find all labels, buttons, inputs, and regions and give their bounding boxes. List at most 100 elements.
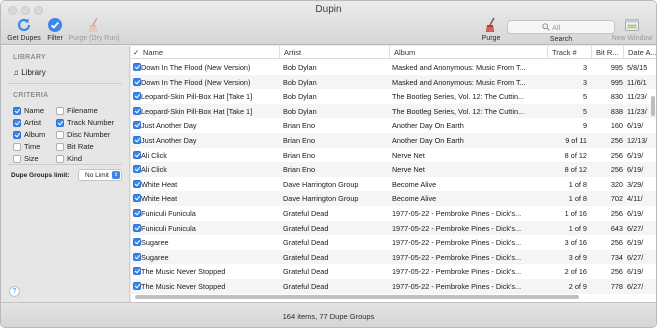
help-button[interactable]: ?	[9, 286, 20, 297]
checkbox-unchecked-icon	[13, 154, 21, 163]
criteria-time-checkbox[interactable]: Time	[13, 142, 40, 151]
row-checkbox[interactable]	[133, 77, 141, 86]
row-checkbox[interactable]	[133, 194, 141, 203]
refresh-icon	[17, 18, 31, 32]
column-header-bitrate[interactable]: Bit R...	[591, 46, 623, 59]
cell-name: Sugaree	[141, 252, 169, 262]
cell-date: 6/19/	[627, 121, 644, 131]
row-checkbox[interactable]	[133, 92, 141, 101]
cell-album: Another Day On Earth	[392, 136, 464, 145]
cell-track: 3 of 16	[564, 238, 587, 248]
column-header-date-added[interactable]: Date A...	[623, 46, 656, 59]
criteria-label: Artist	[24, 118, 42, 127]
table-row[interactable]: Ali Click Brian Eno Nerve Net 8 of 12 256 6/1…	[131, 162, 656, 177]
library-item-label: Library	[21, 68, 46, 77]
cell-artist: Grateful Dead	[283, 238, 329, 248]
column-header-album[interactable]: Album	[389, 46, 547, 59]
criteria-section-title: CRITERIA	[13, 92, 49, 99]
column-header-artist[interactable]: Artist	[279, 46, 389, 59]
cell-bitrate: 160	[610, 121, 623, 131]
criteria-disc-number-checkbox[interactable]: Disc Number	[56, 130, 110, 139]
get-dupes-button[interactable]: Get Dupes	[6, 17, 42, 42]
checkbox-unchecked-icon	[13, 142, 21, 151]
criteria-artist-checkbox[interactable]: Artist	[13, 118, 41, 127]
dupe-groups-limit-select[interactable]: No Limit ⇕	[78, 169, 122, 181]
row-checkbox[interactable]	[133, 238, 141, 247]
cell-name: Sugaree	[141, 238, 169, 248]
filter-button[interactable]: Filter	[44, 17, 66, 42]
cell-artist: Brian Eno	[283, 165, 316, 175]
row-checkbox[interactable]	[133, 165, 141, 174]
table-row[interactable]: Ali Click Brian Eno Nerve Net 8 of 12 256 6/1…	[131, 148, 656, 163]
table-row[interactable]: Just Another Day Brian Eno Another Day On …	[131, 118, 656, 133]
table-row[interactable]: Sugaree Grateful Dead 1977-05-22 - Pembrok…	[131, 249, 656, 265]
cell-date: 6/27/	[627, 282, 644, 291]
row-checkbox[interactable]	[133, 136, 141, 144]
checkbox-checked-icon	[13, 106, 21, 115]
row-checkbox[interactable]	[133, 267, 141, 276]
criteria-track-number-checkbox[interactable]: Track Number	[56, 118, 114, 127]
table-row[interactable]: Leopard-Skin Pill-Box Hat [Take 1] Bob Dy…	[131, 103, 656, 119]
cell-album: 1977-05-22 - Pembroke Pines - Dick's...	[392, 282, 522, 291]
purge-dry-run-button[interactable]: Purge (Dry Run)	[67, 17, 121, 42]
row-checkbox[interactable]	[133, 106, 141, 115]
table-row[interactable]: Funiculi Funicula Grateful Dead 1977-05-22…	[131, 206, 656, 221]
table-row[interactable]: Down In The Flood (New Version) Bob Dylan…	[131, 74, 656, 90]
search-field[interactable]: All	[507, 20, 615, 34]
cell-album: 1977-05-22 - Pembroke Pines - Dick's...	[392, 267, 522, 277]
cell-artist: Grateful Dead	[283, 252, 329, 262]
new-window-button[interactable]: New Window	[609, 17, 655, 42]
cell-artist: Grateful Dead	[283, 209, 329, 218]
table-row[interactable]: Just Another Day Brian Eno Another Day On …	[131, 133, 656, 148]
table-row[interactable]: Funiculi Funicula Grateful Dead 1977-05-22…	[131, 220, 656, 236]
cell-track: 2 of 9	[568, 282, 587, 291]
horizontal-scrollbar[interactable]	[135, 295, 579, 299]
vertical-scrollbar[interactable]	[651, 96, 655, 116]
cell-track: 1 of 8	[568, 179, 587, 189]
checkbox-unchecked-icon	[56, 106, 64, 115]
table-row[interactable]: White Heat Dave Harrington Group Become Al…	[131, 177, 656, 192]
criteria-name-checkbox[interactable]: Name	[13, 106, 44, 115]
stepper-arrows-icon: ⇕	[112, 171, 120, 179]
cell-date: 6/19/	[627, 267, 644, 277]
column-header-track[interactable]: Track #	[547, 46, 591, 59]
cell-artist: Dave Harrington Group	[283, 179, 359, 189]
column-header-name[interactable]: Name	[139, 46, 279, 59]
table-row[interactable]: Down In The Flood (New Version) Bob Dylan…	[131, 60, 656, 75]
row-checkbox[interactable]	[133, 223, 141, 232]
checkbox-unchecked-icon	[56, 154, 64, 163]
table-row[interactable]: Leopard-Skin Pill-Box Hat [Take 1] Bob Dy…	[131, 89, 656, 104]
sidebar-item-library[interactable]: ♫ Library	[13, 68, 46, 77]
cell-date: 6/19/	[627, 238, 644, 248]
row-checkbox[interactable]	[133, 179, 141, 188]
criteria-album-checkbox[interactable]: Album	[13, 130, 45, 139]
row-checkbox[interactable]	[133, 282, 141, 290]
table-row[interactable]: The Music Never Stopped Grateful Dead 1977…	[131, 264, 656, 279]
criteria-kind-checkbox[interactable]: Kind	[56, 154, 82, 163]
checkbox-unchecked-icon	[56, 142, 64, 151]
criteria-size-checkbox[interactable]: Size	[13, 154, 39, 163]
criteria-filename-checkbox[interactable]: Filename	[56, 106, 98, 115]
table-row[interactable]: White Heat Dave Harrington Group Become Al…	[131, 191, 656, 206]
cell-artist: Grateful Dead	[283, 223, 329, 233]
table-header: ✓ Name Artist Album Track # Bit R... Dat…	[131, 46, 656, 59]
cell-artist: Bob Dylan	[283, 77, 317, 87]
purge-label: Purge	[481, 35, 501, 42]
table-row[interactable]: Sugaree Grateful Dead 1977-05-22 - Pembrok…	[131, 235, 656, 250]
table-row[interactable]: The Music Never Stopped Grateful Dead 1977…	[131, 279, 656, 294]
row-checkbox[interactable]	[133, 252, 141, 261]
criteria-label: Track Number	[67, 118, 115, 127]
criteria-bit-rate-checkbox[interactable]: Bit Rate	[56, 142, 94, 151]
cell-name: Just Another Day	[141, 121, 197, 131]
cell-name: Down In The Flood (New Version)	[141, 63, 251, 72]
criteria-label: Disc Number	[67, 130, 111, 139]
row-checkbox[interactable]	[133, 63, 141, 71]
row-checkbox[interactable]	[133, 121, 141, 130]
row-checkbox[interactable]	[133, 150, 141, 159]
row-checkbox[interactable]	[133, 209, 141, 217]
checkbox-checked-icon	[13, 130, 21, 139]
checkbox-checked-icon	[56, 118, 64, 127]
cell-bitrate: 995	[610, 77, 623, 87]
purge-button[interactable]: Purge	[478, 17, 504, 42]
cell-name: Funiculi Funicula	[141, 223, 196, 233]
